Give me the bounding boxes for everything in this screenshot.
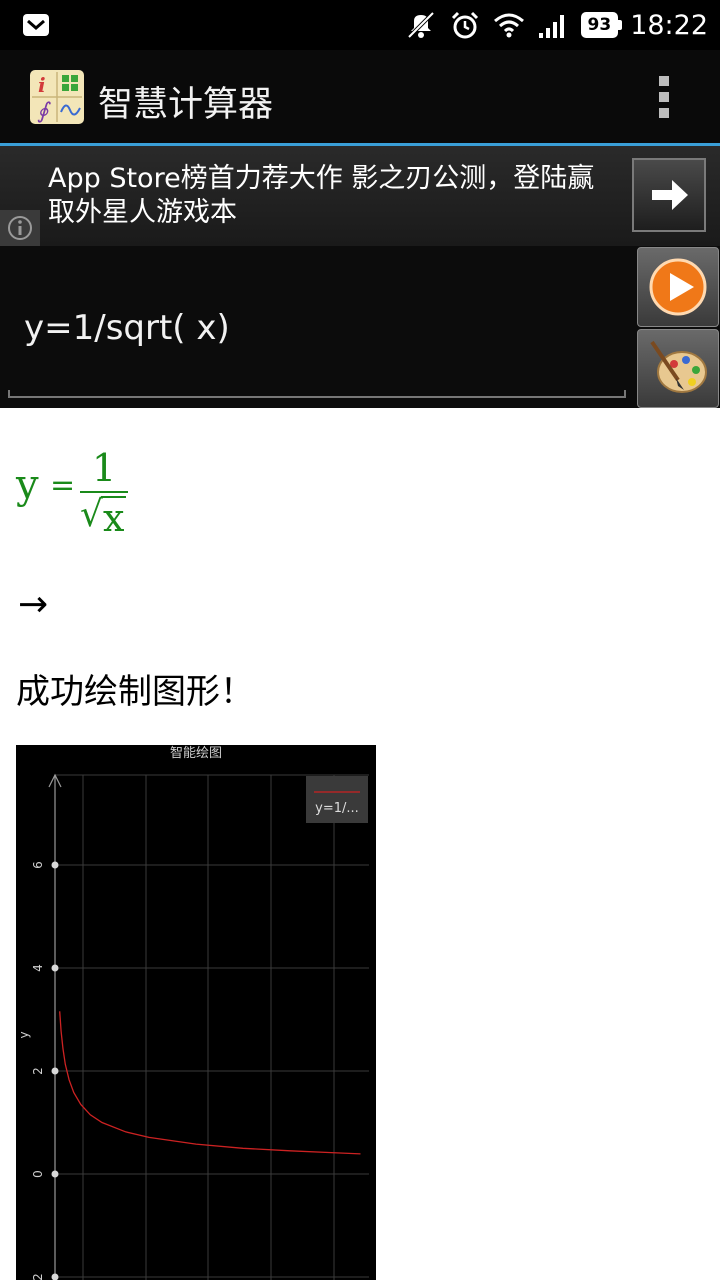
y-tick-dot bbox=[51, 1273, 59, 1280]
calculate-button[interactable] bbox=[637, 247, 719, 327]
y-tick-dot bbox=[51, 1067, 59, 1075]
clock: 18:22 bbox=[630, 9, 708, 41]
formula-input[interactable]: y=1/sqrt( x) bbox=[24, 308, 230, 348]
overflow-menu-button[interactable] bbox=[648, 76, 680, 120]
menu-dot-icon bbox=[659, 92, 669, 102]
app-title: 智慧计算器 bbox=[98, 85, 274, 125]
battery-indicator: 93 bbox=[580, 12, 622, 38]
input-underline bbox=[8, 390, 626, 398]
signal-icon bbox=[538, 15, 564, 38]
y-tick-dot bbox=[51, 861, 59, 869]
plot-style-button[interactable] bbox=[637, 329, 719, 408]
menu-dot-icon bbox=[659, 76, 669, 86]
action-bar: i ∮ 智慧计算器 bbox=[0, 50, 720, 146]
app-logo-icon: i ∮ bbox=[30, 70, 84, 124]
y-tick-dot bbox=[51, 1170, 59, 1178]
success-message: 成功绘制图形！ bbox=[16, 672, 254, 712]
formula-numerator: 1 bbox=[92, 446, 117, 490]
notification-icon bbox=[23, 14, 49, 36]
ad-text[interactable]: App Store榜首力荐大作 影之刃公测，登陆赢取外星人游戏本 bbox=[48, 162, 613, 230]
formula-radicand: x bbox=[101, 496, 127, 540]
chart-title: 智能绘图 bbox=[170, 746, 222, 761]
palette-icon bbox=[650, 340, 707, 393]
arrow-right-icon bbox=[652, 180, 688, 210]
ad-open-button[interactable] bbox=[632, 158, 706, 232]
svg-text:i: i bbox=[38, 73, 46, 97]
info-icon bbox=[8, 216, 32, 240]
plot-svg: 智能绘图 6 4 2 0 2 y y=1/... bbox=[17, 746, 369, 1280]
play-icon bbox=[649, 258, 707, 316]
y-tick-label: 0 bbox=[31, 1170, 45, 1178]
mute-icon bbox=[407, 11, 434, 39]
y-tick-label: 6 bbox=[31, 861, 45, 869]
status-bar: 93 18:22 bbox=[0, 0, 720, 50]
y-axis-label: y bbox=[17, 1031, 31, 1038]
menu-dot-icon bbox=[659, 108, 669, 118]
y-tick-label: 4 bbox=[31, 964, 45, 972]
sqrt-symbol: √ bbox=[80, 494, 103, 535]
y-tick-label: 2 bbox=[31, 1067, 45, 1075]
status-icons: 93 18:22 bbox=[405, 6, 708, 44]
legend-label: y=1/... bbox=[315, 801, 359, 816]
alarm-icon bbox=[451, 11, 478, 39]
fraction-bar bbox=[80, 491, 128, 493]
formula-lhs: y bbox=[16, 462, 39, 508]
y-tick-label: 2 bbox=[31, 1273, 45, 1280]
ad-info-button[interactable] bbox=[0, 210, 40, 246]
y-tick-dot bbox=[51, 964, 59, 972]
ad-banner[interactable]: App Store榜首力荐大作 影之刃公测，登陆赢取外星人游戏本 bbox=[0, 146, 720, 246]
plot-chart[interactable]: 智能绘图 6 4 2 0 2 y y=1/... bbox=[16, 745, 376, 1280]
series-line bbox=[59, 1011, 361, 1155]
formula-input-area: y=1/sqrt( x) bbox=[0, 246, 720, 408]
wifi-icon bbox=[493, 13, 524, 38]
result-arrow: → bbox=[18, 584, 49, 625]
formula-equals: = bbox=[50, 468, 76, 503]
